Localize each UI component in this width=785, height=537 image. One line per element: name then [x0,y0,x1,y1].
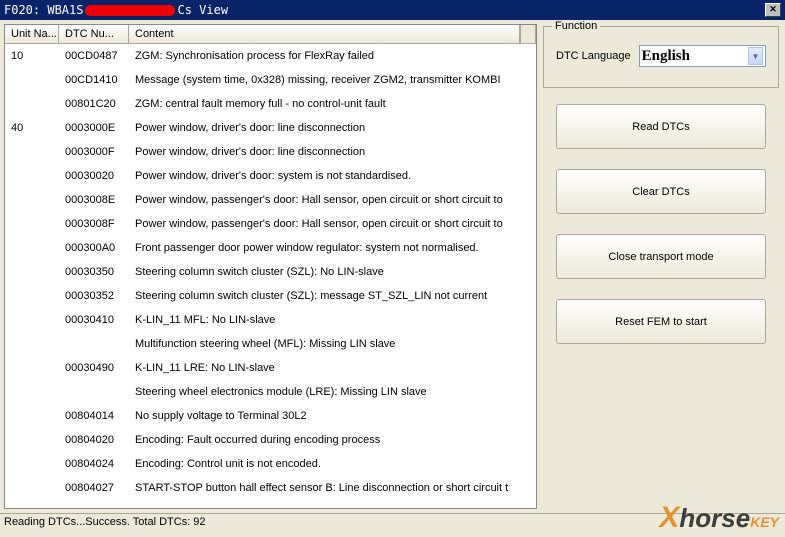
chevron-down-icon: ▼ [748,47,763,65]
table-row[interactable]: 00801C20ZGM: central fault memory full -… [5,92,536,116]
table-row[interactable]: 00804024Encoding: Control unit is not en… [5,452,536,476]
scroll-corner [520,25,536,43]
cell-content: ZGM: central fault memory full - no cont… [129,98,536,110]
table-row[interactable]: Steering wheel electronics module (LRE):… [5,380,536,404]
table-row[interactable]: 00CD1410Message (system time, 0x328) mis… [5,68,536,92]
table-row[interactable]: Multifunction steering wheel (MFL): Miss… [5,332,536,356]
table-row[interactable]: 0003008FPower window, passenger's door: … [5,212,536,236]
function-legend: Function [552,20,600,32]
close-transport-button[interactable]: Close transport mode [556,234,766,279]
lang-value: English [642,48,690,65]
cell-dtc: 00CD0487 [59,50,129,62]
cell-dtc: 00804014 [59,410,129,422]
table-header: Unit Na... DTC Nu... Content [5,25,536,44]
table-row[interactable]: 00030350Steering column switch cluster (… [5,260,536,284]
cell-content: K-LIN_11 LRE: No LIN-slave [129,362,536,374]
cell-dtc: 000300A0 [59,242,129,254]
table-row[interactable]: 00804020Encoding: Fault occurred during … [5,428,536,452]
table-row[interactable]: 1000CD0487ZGM: Synchronisation process f… [5,44,536,68]
cell-content: Steering column switch cluster (SZL): No… [129,266,536,278]
window-title: F020: WBA1SCs View [4,0,228,20]
cell-content: Steering wheel electronics module (LRE):… [129,386,536,398]
cell-content: No supply voltage to Terminal 30L2 [129,410,536,422]
table-row[interactable]: 00030352Steering column switch cluster (… [5,284,536,308]
cell-dtc: 00030410 [59,314,129,326]
cell-content: Encoding: Fault occurred during encoding… [129,434,536,446]
cell-dtc: 00804027 [59,482,129,494]
col-header-unit[interactable]: Unit Na... [5,25,59,43]
cell-content: START-STOP button hall effect sensor B: … [129,482,536,494]
cell-content: Steering column switch cluster (SZL): me… [129,290,536,302]
table-row[interactable]: 00804014No supply voltage to Terminal 30… [5,404,536,428]
cell-content: Front passenger door power window regula… [129,242,536,254]
cell-unit: 40 [5,122,59,134]
title-bar: F020: WBA1SCs View ✕ [0,0,785,20]
cell-unit: 10 [5,50,59,62]
cell-dtc: 00804024 [59,458,129,470]
cell-content: Power window, driver's door: line discon… [129,146,536,158]
cell-dtc: 00801C20 [59,98,129,110]
cell-dtc: 00030352 [59,290,129,302]
table-row[interactable]: 00030410K-LIN_11 MFL: No LIN-slave [5,308,536,332]
cell-dtc: 00030350 [59,266,129,278]
cell-content: Power window, passenger's door: Hall sen… [129,194,536,206]
lang-select[interactable]: English ▼ [639,45,766,67]
table-row[interactable]: 000300A0Front passenger door power windo… [5,236,536,260]
redacted-vin [85,5,175,16]
table-row[interactable]: 0003000FPower window, driver's door: lin… [5,140,536,164]
table-row[interactable]: 00804027START-STOP button hall effect se… [5,476,536,500]
cell-dtc: 0003000E [59,122,129,134]
cell-content: Message (system time, 0x328) missing, re… [129,74,536,86]
cell-content: Power window, driver's door: system is n… [129,170,536,182]
cell-dtc: 00030490 [59,362,129,374]
reset-fem-button[interactable]: Reset FEM to start [556,299,766,344]
cell-dtc: 00CD1410 [59,74,129,86]
dtc-table: Unit Na... DTC Nu... Content 1000CD0487Z… [4,24,537,509]
col-header-dtc[interactable]: DTC Nu... [59,25,129,43]
cell-content: Encoding: Control unit is not encoded. [129,458,536,470]
cell-content: K-LIN_11 MFL: No LIN-slave [129,314,536,326]
table-row[interactable]: 400003000EPower window, driver's door: l… [5,116,536,140]
function-panel: Function DTC Language English ▼ Read DTC… [541,24,781,509]
cell-dtc: 00804020 [59,434,129,446]
lang-label: DTC Language [556,50,631,62]
col-header-content[interactable]: Content [129,25,520,43]
cell-content: ZGM: Synchronisation process for FlexRay… [129,50,536,62]
table-body[interactable]: 1000CD0487ZGM: Synchronisation process f… [5,44,536,508]
table-row[interactable]: 00030490K-LIN_11 LRE: No LIN-slave [5,356,536,380]
close-button[interactable]: ✕ [765,3,781,17]
cell-dtc: 0003008E [59,194,129,206]
cell-dtc: 00030020 [59,170,129,182]
cell-content: Power window, passenger's door: Hall sen… [129,218,536,230]
read-dtcs-button[interactable]: Read DTCs [556,104,766,149]
status-bar: Reading DTCs...Success. Total DTCs: 92 [0,513,785,531]
table-row[interactable]: 0003008EPower window, passenger's door: … [5,188,536,212]
table-row[interactable]: 00030020Power window, driver's door: sys… [5,164,536,188]
cell-dtc: 0003000F [59,146,129,158]
cell-content: Power window, driver's door: line discon… [129,122,536,134]
cell-content: Multifunction steering wheel (MFL): Miss… [129,338,536,350]
clear-dtcs-button[interactable]: Clear DTCs [556,169,766,214]
cell-dtc: 0003008F [59,218,129,230]
